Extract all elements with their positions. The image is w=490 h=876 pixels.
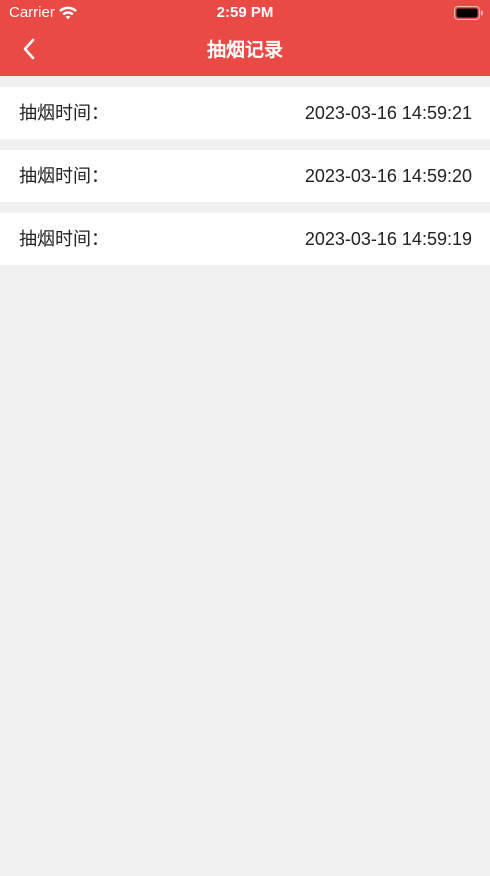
record-label: 抽烟时间： [19, 166, 109, 186]
record-label: 抽烟时间： [19, 229, 109, 249]
navigation-bar: 抽烟记录 [0, 26, 490, 76]
chevron-left-icon [22, 38, 36, 65]
record-time: 2023-03-16 14:59:20 [304, 166, 472, 186]
page-title: 抽烟记录 [206, 40, 283, 61]
record-time: 2023-03-16 14:59:21 [304, 103, 472, 123]
record-list: 抽烟时间： 2023-03-16 14:59:21 抽烟时间： 2023-03-… [0, 76, 490, 265]
battery-icon [454, 6, 484, 20]
list-item: 抽烟时间： 2023-03-16 14:59:20 [0, 150, 490, 202]
back-button[interactable] [12, 34, 46, 68]
header: Carrier 2:59 PM 抽烟记录 [0, 0, 490, 76]
list-item: 抽烟时间： 2023-03-16 14:59:21 [0, 87, 490, 139]
status-time: 2:59 PM [216, 4, 274, 21]
record-time: 2023-03-16 14:59:19 [304, 229, 472, 249]
record-label: 抽烟时间： [19, 103, 109, 123]
list-item: 抽烟时间： 2023-03-16 14:59:19 [0, 213, 490, 265]
status-bar: Carrier 2:59 PM [0, 0, 490, 26]
